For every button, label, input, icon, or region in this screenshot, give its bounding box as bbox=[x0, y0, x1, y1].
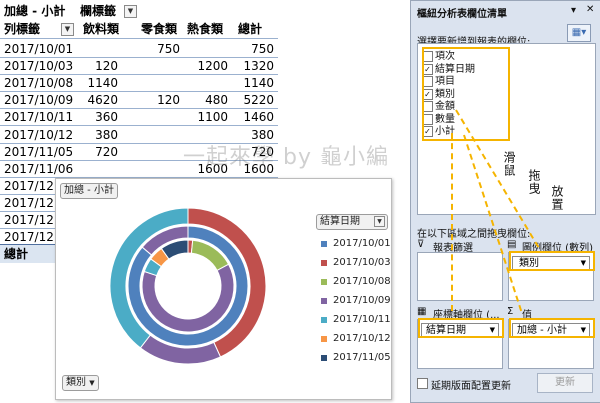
watermark-text: 一起來學 by 龜小編 bbox=[183, 145, 389, 170]
row-label: 2017/12 bbox=[4, 213, 54, 227]
legend-item: 2017/10/03 bbox=[321, 256, 391, 270]
legend-swatch bbox=[321, 317, 327, 323]
table-row: 2017/10/03 120 1200 1320 bbox=[0, 57, 278, 75]
row-label: 2017/10/08 bbox=[4, 76, 74, 91]
table-row: 2017/10/01 750 750 bbox=[0, 40, 278, 58]
pivot-column-header: 總計 bbox=[238, 22, 263, 36]
donut-chart[interactable] bbox=[106, 201, 271, 371]
table-cell: 750 bbox=[251, 42, 274, 56]
chevron-down-icon[interactable]: ▼ bbox=[374, 216, 385, 227]
row-label: 2017/10/09 bbox=[4, 93, 74, 108]
field-list-box: 項次 ✓ 結算日期 項目 ✓ 類別 金額 數量 ✓ 小計 bbox=[417, 43, 596, 215]
row-label: 2017/10/01 bbox=[4, 42, 74, 56]
row-label: 2017/11/05 bbox=[4, 144, 74, 159]
annotation-drop: 放置 bbox=[550, 185, 564, 211]
values-drop-highlight bbox=[509, 318, 595, 338]
legend-label: 2017/10/11 bbox=[333, 314, 391, 325]
drag-areas-label: 在以下區域之間拖曳欄位: bbox=[417, 229, 531, 240]
legend-item: 2017/10/01 bbox=[321, 237, 391, 251]
column-filter-dropdown-icon[interactable]: ▼ bbox=[124, 5, 137, 18]
row-filter-dropdown-icon[interactable]: ▼ bbox=[61, 23, 74, 36]
table-row: 2017/10/08 1140 1140 bbox=[0, 74, 278, 92]
drag-arrow-to-axis bbox=[451, 133, 453, 311]
legend-swatch bbox=[321, 336, 327, 342]
table-cell: 1140 bbox=[87, 76, 118, 91]
layout-options-button[interactable]: ▦▾ bbox=[567, 24, 591, 42]
pivot-total-label: 總計 bbox=[4, 247, 29, 261]
legend-item: 2017/10/11 bbox=[321, 313, 391, 327]
pivot-column-header: 零食類 bbox=[141, 22, 178, 36]
table-cell: 4620 bbox=[87, 93, 118, 108]
defer-update-label: 延期版面配置更新 bbox=[431, 381, 511, 392]
table-row: 2017/10/11 360 1100 1460 bbox=[0, 108, 278, 126]
pivot-row-label: 列標籤 bbox=[4, 22, 41, 36]
legend-label: 2017/10/09 bbox=[333, 295, 391, 306]
axis-field-button[interactable]: 類別 ▼ bbox=[62, 375, 99, 391]
report-filter-area[interactable] bbox=[417, 252, 503, 301]
table-cell: 1140 bbox=[243, 76, 274, 91]
update-button[interactable]: 更新 bbox=[537, 373, 593, 393]
legend-label: 2017/10/12 bbox=[333, 333, 391, 344]
pivot-header-divider bbox=[0, 38, 278, 39]
legend-label: 2017/10/01 bbox=[333, 238, 391, 249]
legend-label: 2017/10/08 bbox=[333, 276, 391, 287]
table-cell: 1200 bbox=[197, 59, 228, 74]
table-cell: 720 bbox=[95, 144, 118, 159]
legend-swatch bbox=[321, 241, 327, 247]
annotation-drag-mouse: 滑鼠 bbox=[502, 151, 516, 177]
sigma-icon: Σ bbox=[507, 306, 514, 317]
legend-area-icon: ▤ bbox=[507, 239, 517, 250]
table-cell: 480 bbox=[205, 93, 228, 108]
chart-value-field-button[interactable]: 加總 - 小計 bbox=[60, 183, 118, 199]
legend-swatch bbox=[321, 279, 327, 285]
pivot-header-row: 加總 - 小計 欄標籤 ▼ bbox=[0, 2, 278, 20]
table-cell: 1460 bbox=[243, 110, 274, 125]
legend-label: 2017/10/03 bbox=[333, 257, 391, 268]
close-icon[interactable]: ✕ bbox=[586, 4, 594, 15]
panel-title: 樞紐分析表欄位清單 bbox=[417, 9, 507, 20]
pivot-value-label: 加總 - 小計 bbox=[4, 4, 66, 18]
pivot-column-header: 飲料類 bbox=[83, 22, 120, 36]
table-cell: 120 bbox=[95, 59, 118, 74]
legend-item: 2017/11/05 bbox=[321, 351, 391, 365]
table-cell: 120 bbox=[157, 93, 180, 108]
row-label: 2017/10/03 bbox=[4, 59, 74, 74]
row-label: 2017/10/11 bbox=[4, 110, 74, 125]
axis-area-icon: ▦ bbox=[417, 306, 427, 317]
table-cell: 5220 bbox=[243, 93, 274, 108]
legend-field-label: 結算日期 bbox=[320, 216, 360, 227]
table-cell: 1100 bbox=[197, 110, 228, 125]
table-cell: 750 bbox=[157, 42, 180, 56]
pivot-column-label: 欄標籤 bbox=[80, 4, 117, 18]
table-cell: 1320 bbox=[243, 59, 274, 74]
table-cell: 380 bbox=[95, 127, 118, 142]
pivot-column-header-row: 列標籤 ▼ 飲料類 零食類 熱食類 總計 bbox=[0, 20, 278, 38]
chevron-down-icon: ▼ bbox=[89, 379, 95, 387]
axis-drop-highlight bbox=[418, 318, 504, 338]
row-label: 2017/11/06 bbox=[4, 161, 74, 176]
annotation-drag: 拖曳 bbox=[527, 169, 541, 195]
axis-field-label: 類別 bbox=[66, 377, 86, 388]
legend-swatch bbox=[321, 260, 327, 266]
pivot-chart[interactable]: 加總 - 小計 結算日期 ▼ 2017/10/01 2017/10/03 2017/… bbox=[55, 178, 392, 400]
panel-menu-icon[interactable]: ▾ bbox=[571, 5, 576, 16]
pivot-column-header: 熱食類 bbox=[187, 22, 224, 36]
pivot-field-list-panel: 樞紐分析表欄位清單 ▾ ✕ 選擇要新增到報表的欄位: ▦▾ 項次✓結算日期項目✓… bbox=[410, 0, 600, 403]
legend-swatch bbox=[321, 355, 327, 361]
legend-drop-highlight bbox=[509, 251, 595, 271]
row-label: 2017/12 bbox=[4, 195, 54, 210]
legend-item: 2017/10/12 bbox=[321, 332, 391, 346]
table-cell: 360 bbox=[95, 110, 118, 125]
row-label: 2017/10/12 bbox=[4, 127, 74, 142]
legend-item: 2017/10/09 bbox=[321, 294, 391, 308]
legend-label: 2017/11/05 bbox=[333, 352, 391, 363]
legend-item: 2017/10/08 bbox=[321, 275, 391, 289]
table-row: 2017/10/09 4620 120 480 5220 bbox=[0, 91, 278, 109]
defer-update-checkbox[interactable] bbox=[417, 378, 428, 389]
legend-field-button[interactable]: 結算日期 ▼ bbox=[316, 214, 388, 230]
filter-icon: ⊽ bbox=[417, 239, 425, 250]
row-label: 2017/12 bbox=[4, 178, 54, 193]
legend-swatch bbox=[321, 298, 327, 304]
